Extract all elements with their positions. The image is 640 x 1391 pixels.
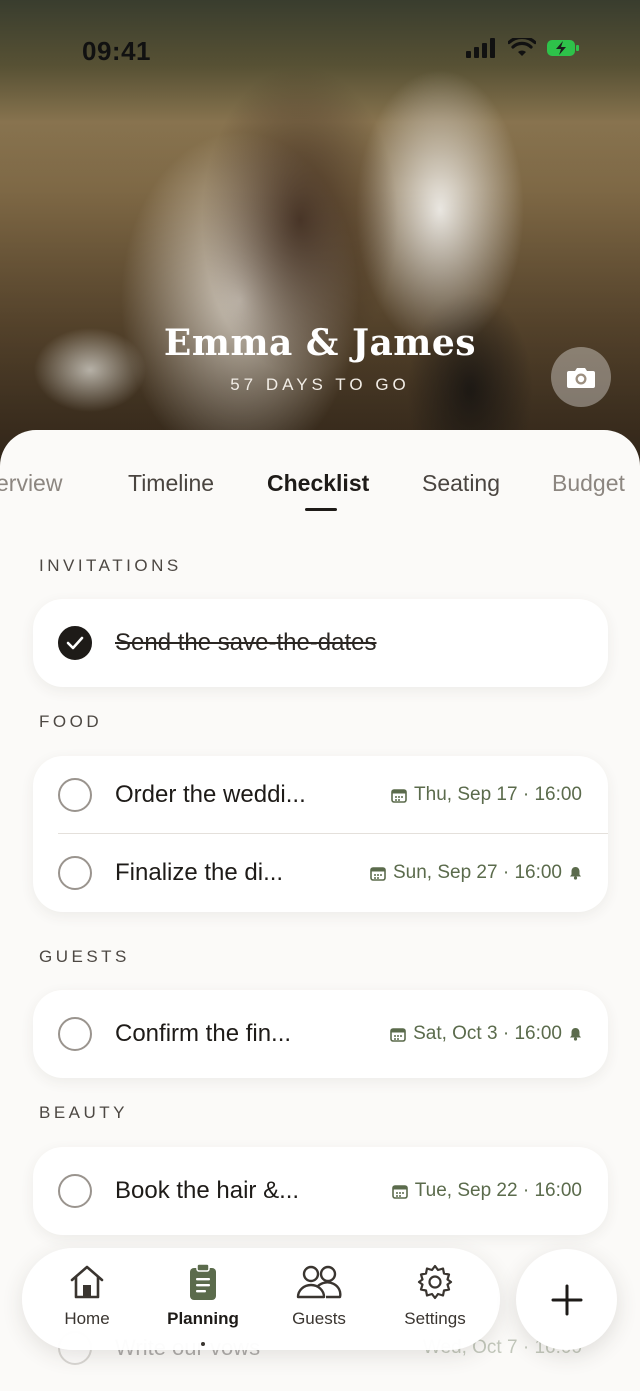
task-checkbox[interactable] [58,1174,92,1208]
active-tab-indicator [305,508,337,511]
task-due: Thu, Sep 17 · 16:00 [391,784,582,806]
nav-guests-label: Guests [292,1309,346,1328]
home-icon [70,1265,104,1299]
task-title: Confirm the fin... [115,1020,292,1047]
nav-guests[interactable]: Guests [264,1262,374,1329]
section-title-beauty: BEAUTY [39,1103,129,1122]
calendar-icon [370,866,386,881]
task-due: Tue, Sep 22 · 16:00 [391,1180,582,1202]
nav-planning[interactable]: Planning [148,1262,258,1346]
task-row[interactable]: Book the hair &... Tue, Sep 22 · 16:00 [33,1147,608,1235]
gear-icon [417,1264,453,1300]
task-card-invitations: Send the save-the-dates [33,599,608,687]
task-due-text: Sun, Sep 27 · 16:00 [392,862,562,883]
task-row[interactable]: Order the weddi... Thu, Sep 17 · 16:00 [33,756,608,834]
checkmark-icon [66,636,84,650]
camera-icon [567,368,595,388]
people-icon [296,1265,342,1299]
task-due-text: Tue, Sep 22 · 16:00 [414,1180,582,1201]
cellular-signal-icon [466,38,495,58]
hero-shade [0,0,640,470]
task-row[interactable]: Send the save-the-dates [33,599,608,687]
tab-timeline[interactable]: Timeline [128,470,214,497]
section-title-guests: GUESTS [39,947,130,966]
status-icons [466,38,580,58]
calendar-icon [390,1027,406,1042]
nav-settings-label: Settings [404,1309,466,1328]
section-title-invitations: INVITATIONS [39,556,182,575]
change-photo-button[interactable] [551,347,611,407]
battery-charging-icon [547,40,579,56]
tab-checklist[interactable]: Checklist [267,470,369,497]
status-time: 09:41 [82,36,151,66]
couple-name: Emma & James [163,322,477,364]
task-card-guests: Confirm the fin... Sat, Oct 3 · 16:00 [33,990,608,1078]
tab-overview[interactable]: erview [0,470,62,497]
tab-budget[interactable]: Budget [552,470,625,497]
plus-icon [551,1284,582,1315]
add-task-button[interactable] [516,1249,617,1350]
task-title: Finalize the di... [115,859,284,886]
task-due: Sun, Sep 27 · 16:00 [370,862,582,884]
nav-home-label: Home [64,1309,110,1328]
task-checkbox-checked[interactable] [58,626,92,660]
bottom-navigation: Home Planning Guests Settings [22,1248,500,1350]
task-checkbox[interactable] [58,1017,92,1051]
task-due: Sat, Oct 3 · 16:00 [390,1023,582,1045]
task-card-beauty: Book the hair &... Tue, Sep 22 · 16:00 [33,1147,608,1235]
task-card-food: Order the weddi... Thu, Sep 17 · 16:00 F… [33,756,608,912]
task-due-text: Thu, Sep 17 · 16:00 [414,784,582,805]
task-title: Order the weddi... [115,781,306,808]
clipboard-icon [190,1263,216,1300]
nav-settings[interactable]: Settings [380,1262,490,1329]
tab-seating[interactable]: Seating [422,470,500,497]
task-title: Send the save-the-dates [115,629,377,656]
reminder-bell-icon [570,1028,581,1041]
tab-bar: erview Timeline Checklist Seating Budget [0,430,640,520]
task-checkbox[interactable] [58,778,92,812]
active-nav-dot [201,1342,205,1346]
task-row[interactable]: Finalize the di... Sun, Sep 27 · 16:00 [33,834,608,912]
task-checkbox[interactable] [58,856,92,890]
wifi-icon [508,38,536,56]
nav-home[interactable]: Home [32,1262,142,1329]
task-title: Book the hair &... [115,1177,300,1204]
calendar-icon [391,788,407,803]
section-title-food: FOOD [39,712,103,731]
reminder-bell-icon [570,867,581,880]
countdown: 57 DAYS TO GO [230,375,410,394]
nav-planning-label: Planning [167,1309,239,1328]
task-row[interactable]: Confirm the fin... Sat, Oct 3 · 16:00 [33,990,608,1078]
calendar-icon [391,1184,408,1199]
task-due-text: Sat, Oct 3 · 16:00 [413,1023,562,1044]
